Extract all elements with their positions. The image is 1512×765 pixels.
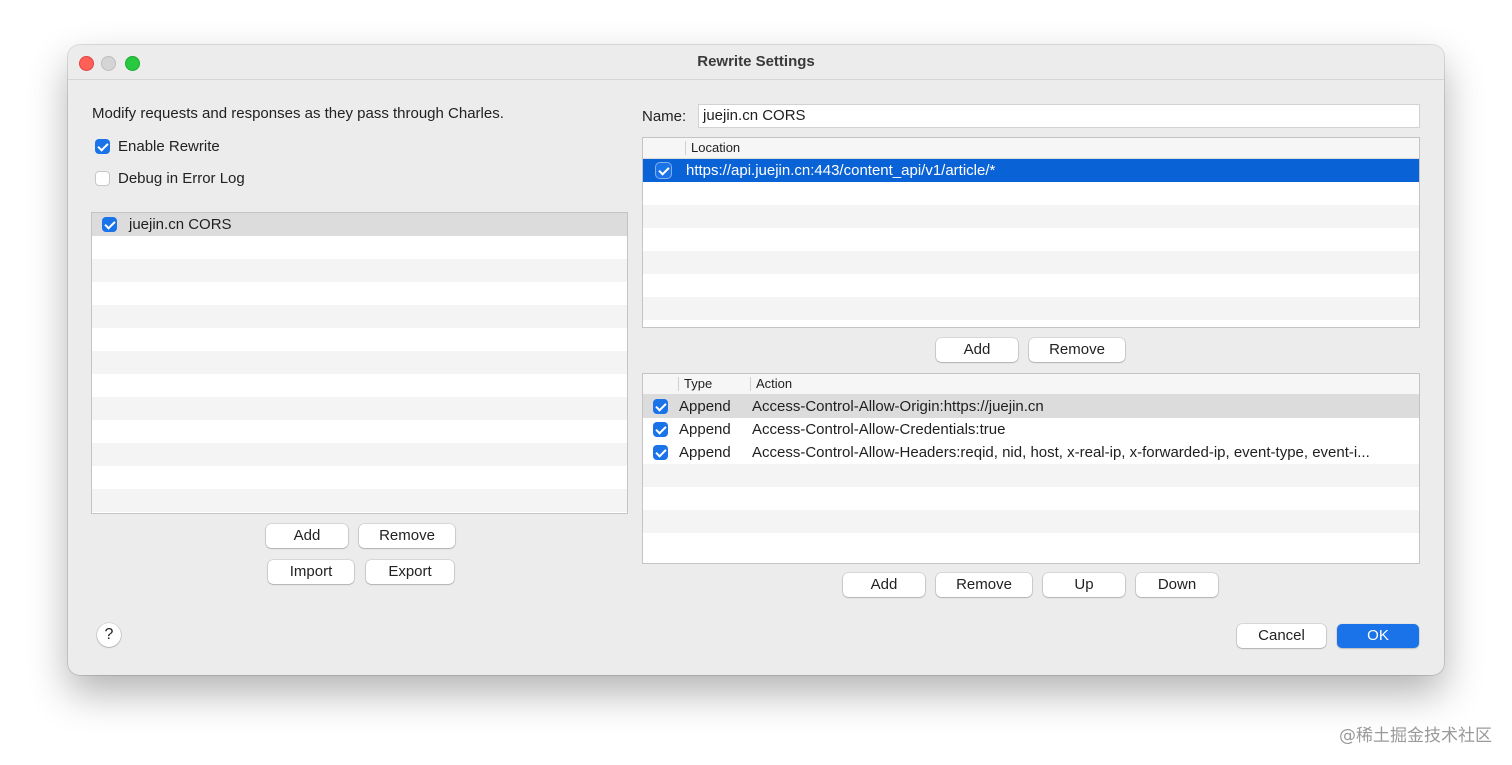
rule-enabled-checkbox[interactable]: [653, 399, 668, 414]
rule-action: Access-Control-Allow-Credentials:true: [752, 421, 1006, 438]
rule-action: Access-Control-Allow-Origin:https://juej…: [752, 398, 1044, 415]
empty-row: [92, 282, 627, 305]
column-separator: [678, 377, 679, 391]
table-row[interactable]: https://api.juejin.cn:443/content_api/v1…: [643, 159, 1419, 182]
name-input[interactable]: juejin.cn CORS: [698, 104, 1420, 128]
empty-row: [92, 489, 627, 512]
empty-row: [643, 297, 1419, 320]
empty-row: [643, 205, 1419, 228]
move-up-button[interactable]: Up: [1043, 573, 1125, 597]
set-enabled-checkbox[interactable]: [102, 217, 117, 232]
empty-row: [92, 351, 627, 374]
action-column-header[interactable]: Action: [756, 376, 792, 391]
rules-table-header: Type Action: [643, 374, 1419, 395]
empty-row: [643, 228, 1419, 251]
empty-row: [92, 259, 627, 282]
rules-table[interactable]: Type Action Append Access-Control-Allow-…: [642, 373, 1420, 564]
add-location-button[interactable]: Add: [936, 338, 1018, 362]
column-separator: [685, 141, 686, 155]
empty-row: [643, 182, 1419, 205]
empty-row: [92, 443, 627, 466]
locations-table-header: Location: [643, 138, 1419, 159]
location-value: https://api.juejin.cn:443/content_api/v1…: [686, 162, 996, 179]
rule-type: Append: [679, 444, 731, 461]
remove-set-button[interactable]: Remove: [359, 524, 455, 548]
import-button[interactable]: Import: [268, 560, 354, 584]
remove-location-button[interactable]: Remove: [1029, 338, 1125, 362]
table-row[interactable]: Append Access-Control-Allow-Credentials:…: [643, 418, 1419, 441]
empty-row: [92, 328, 627, 351]
description-text: Modify requests and responses as they pa…: [92, 105, 504, 122]
table-row[interactable]: Append Access-Control-Allow-Origin:https…: [643, 395, 1419, 418]
list-item[interactable]: juejin.cn CORS: [92, 213, 627, 236]
empty-row: [643, 487, 1419, 510]
rewrite-settings-window: Rewrite Settings Modify requests and res…: [68, 45, 1444, 675]
watermark-text: @稀土掘金技术社区: [1339, 726, 1492, 746]
empty-row: [92, 466, 627, 489]
debug-error-log-label: Debug in Error Log: [118, 170, 245, 187]
column-separator: [750, 377, 751, 391]
empty-row: [92, 305, 627, 328]
export-button[interactable]: Export: [366, 560, 454, 584]
rule-enabled-checkbox[interactable]: [653, 422, 668, 437]
rule-enabled-checkbox[interactable]: [653, 445, 668, 460]
enable-rewrite-label: Enable Rewrite: [118, 138, 220, 155]
empty-row: [92, 374, 627, 397]
remove-rule-button[interactable]: Remove: [936, 573, 1032, 597]
table-row[interactable]: Append Access-Control-Allow-Headers:reqi…: [643, 441, 1419, 464]
rule-action: Access-Control-Allow-Headers:reqid, nid,…: [752, 444, 1370, 461]
empty-row: [643, 251, 1419, 274]
location-column-header[interactable]: Location: [691, 140, 740, 155]
location-enabled-checkbox[interactable]: [656, 163, 671, 178]
add-rule-button[interactable]: Add: [843, 573, 925, 597]
set-name: juejin.cn CORS: [129, 216, 232, 233]
empty-row: [92, 420, 627, 443]
locations-table[interactable]: Location https://api.juejin.cn:443/conte…: [642, 137, 1420, 328]
empty-row: [92, 397, 627, 420]
window-title: Rewrite Settings: [697, 53, 815, 70]
move-down-button[interactable]: Down: [1136, 573, 1218, 597]
debug-error-log-checkbox[interactable]: [95, 171, 110, 186]
enable-rewrite-checkbox[interactable]: [95, 139, 110, 154]
empty-row: [643, 510, 1419, 533]
type-column-header[interactable]: Type: [684, 376, 712, 391]
empty-row: [92, 236, 627, 259]
title-bar: Rewrite Settings: [68, 45, 1444, 80]
name-label: Name:: [642, 108, 687, 125]
cancel-button[interactable]: Cancel: [1237, 624, 1326, 648]
ok-button[interactable]: OK: [1337, 624, 1419, 648]
rewrite-sets-list[interactable]: juejin.cn CORS: [91, 212, 628, 514]
rule-type: Append: [679, 421, 731, 438]
empty-row: [643, 533, 1419, 556]
rule-type: Append: [679, 398, 731, 415]
help-button[interactable]: ?: [97, 623, 121, 647]
empty-row: [643, 464, 1419, 487]
empty-row: [643, 274, 1419, 297]
add-set-button[interactable]: Add: [266, 524, 348, 548]
